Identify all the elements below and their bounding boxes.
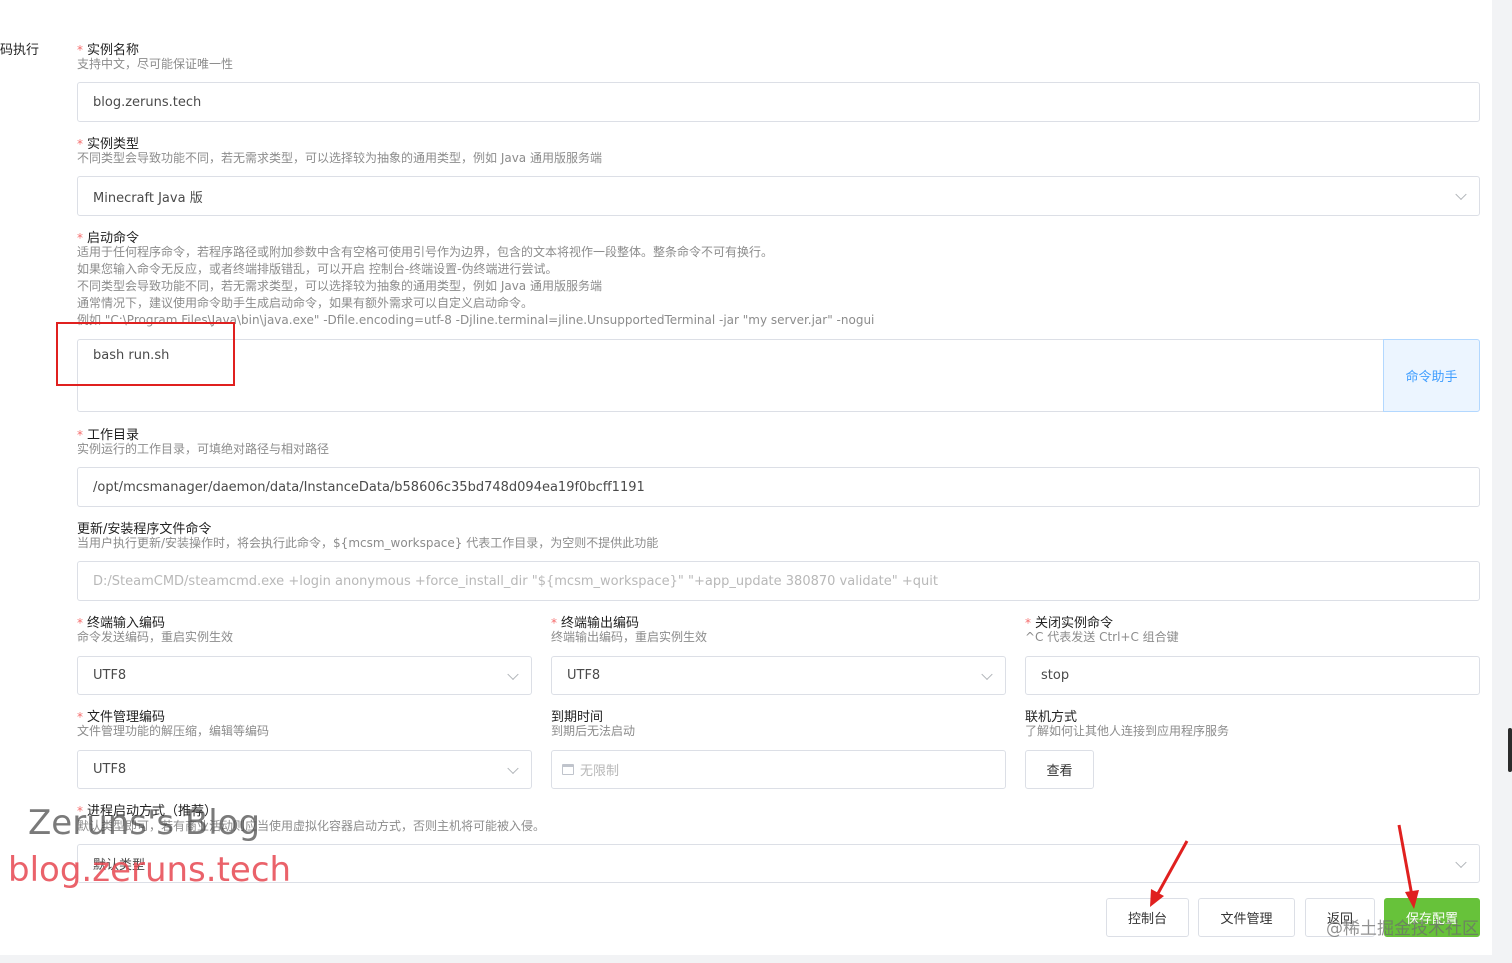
file-manager-button[interactable]: 文件管理	[1198, 898, 1295, 937]
required-mark: *	[77, 710, 83, 724]
expire-time-hint: 到期后无法启动	[551, 724, 636, 738]
file-encoding-hint: 文件管理功能的解压缩，编辑等编码	[77, 724, 270, 738]
output-encoding-value: UTF8	[567, 668, 601, 683]
page-edge	[1492, 0, 1512, 963]
chevron-down-icon	[507, 668, 519, 680]
chevron-down-icon	[981, 668, 993, 680]
input-encoding-select[interactable]: UTF8	[77, 656, 532, 695]
instance-type-select[interactable]: Minecraft Java 版	[77, 176, 1480, 216]
output-encoding-select[interactable]: UTF8	[551, 656, 1006, 695]
instance-type-hint: 不同类型会导致功能不同，若无需求类型，可以选择较为抽象的通用类型，例如 Java…	[77, 151, 602, 165]
annotation-arrow-console	[1150, 840, 1189, 907]
work-dir-hint: 实例运行的工作目录，可填绝对路径与相对路径	[77, 442, 330, 456]
required-mark: *	[77, 616, 83, 630]
annotation-arrow-save	[1397, 824, 1419, 909]
expire-time-picker[interactable]: 无限制	[551, 750, 1006, 789]
start-command-hint-1: 适用于任何程序命令，若程序路径或附加参数中含有空格可使用引号作为边界，包含的文本…	[77, 245, 774, 259]
chevron-down-icon	[507, 762, 519, 774]
input-encoding-value: UTF8	[93, 668, 127, 683]
page-bottom-edge	[0, 955, 1492, 963]
watermark-community: @稀土掘金技术社区	[1326, 919, 1479, 939]
stop-command-hint: ^C 代表发送 Ctrl+C 组合键	[1025, 630, 1179, 644]
required-mark: *	[551, 616, 557, 630]
required-mark: *	[77, 231, 83, 245]
watermark-blog-title: Zeruns's Blog	[28, 803, 261, 843]
file-encoding-select[interactable]: UTF8	[77, 750, 532, 789]
start-command-hint-2: 如果您输入命令无反应，或者终端排版错乱，可以开启 控制台-终端设置-伪终端进行尝…	[77, 262, 558, 276]
output-encoding-hint: 终端输出编码，重启实例生效	[551, 630, 708, 644]
instance-name-input[interactable]: blog.zeruns.tech	[77, 82, 1480, 122]
stop-command-input[interactable]: stop	[1025, 656, 1480, 695]
connect-method-hint: 了解如何让其他人连接到应用程序服务	[1025, 724, 1230, 738]
start-command-hint-4: 通常情况下，建议使用命令助手生成启动命令，如果有额外需求可以自定义启动命令。	[77, 296, 534, 310]
required-mark: *	[1025, 616, 1031, 630]
update-command-hint: 当用户执行更新/安装操作时，将会执行此命令，${mcsm_workspace} …	[77, 536, 659, 550]
file-encoding-value: UTF8	[93, 762, 127, 777]
chevron-down-icon	[1455, 188, 1467, 201]
chevron-down-icon	[1455, 856, 1467, 868]
annotation-highlight-box	[56, 322, 235, 386]
instance-type-value: Minecraft Java 版	[93, 190, 203, 206]
required-mark: *	[77, 43, 83, 57]
instance-name-hint: 支持中文，尽可能保证唯一性	[77, 57, 234, 71]
start-command-hint-3: 不同类型会导致功能不同，若无需求类型，可以选择较为抽象的通用类型，例如 Java…	[77, 279, 602, 293]
scrollbar-thumb[interactable]	[1508, 728, 1512, 772]
work-dir-input[interactable]: /opt/mcsmanager/daemon/data/InstanceData…	[77, 467, 1480, 507]
expire-time-placeholder: 无限制	[580, 764, 620, 779]
calendar-icon	[562, 764, 574, 775]
command-helper-button[interactable]: 命令助手	[1383, 339, 1480, 412]
required-mark: *	[77, 428, 83, 442]
input-encoding-hint: 命令发送编码，重启实例生效	[77, 630, 234, 644]
required-mark: *	[77, 137, 83, 151]
sidebar-item-fragment[interactable]: 码执行	[0, 39, 39, 58]
start-command-textarea[interactable]: bash run.sh	[77, 339, 1384, 412]
watermark-blog-url: blog.zeruns.tech	[8, 850, 292, 890]
view-connect-button[interactable]: 查看	[1025, 750, 1094, 789]
update-command-input[interactable]: D:/SteamCMD/steamcmd.exe +login anonymou…	[77, 561, 1480, 601]
